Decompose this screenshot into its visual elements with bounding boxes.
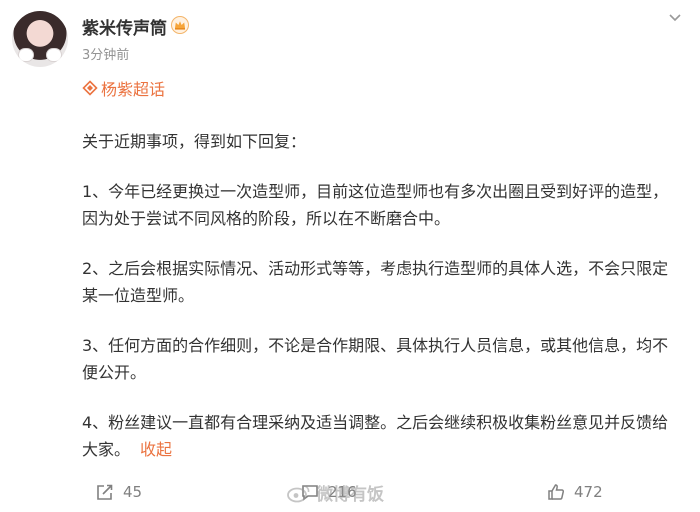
author-name[interactable]: 紫米传声筒 <box>82 14 167 39</box>
post-paragraph: 3、任何方面的合作细则，不论是合作期限、具体执行人员信息，或其他信息，均不便公开… <box>82 336 669 382</box>
collapse-link[interactable]: 收起 <box>140 440 172 459</box>
comment-count: 216 <box>328 483 357 501</box>
post-paragraph: 2、之后会根据实际情况、活动形式等等，考虑执行造型师的具体人选，不会只限定某一位… <box>82 259 669 305</box>
post-body: 关于近期事项，得到如下回复： 1、今年已经更换过一次造型师，目前这位造型师也有多… <box>82 128 682 486</box>
post-paragraph-last: 4、粉丝建议一直都有合理采纳及适当调整。之后会继续积极收集粉丝意见并反馈给大家。… <box>82 409 682 463</box>
share-button[interactable]: 45 <box>95 482 142 502</box>
post-paragraph: 关于近期事项，得到如下回复： <box>82 132 307 151</box>
comment-icon <box>302 485 318 501</box>
like-icon <box>548 484 565 500</box>
post-paragraph: 1、今年已经更换过一次造型师，目前这位造型师也有多次出圈且受到好评的造型，因为处… <box>82 182 669 228</box>
comment-button[interactable]: 216 <box>300 482 357 502</box>
avatar-paw-left <box>19 49 33 61</box>
like-count: 472 <box>574 483 603 501</box>
avatar[interactable] <box>12 11 68 67</box>
super-topic-icon <box>82 80 98 96</box>
crown-icon <box>171 16 189 34</box>
super-topic-link[interactable]: 杨紫超话 <box>82 76 165 100</box>
action-bar: 45 216 472 <box>0 480 700 512</box>
share-icon <box>97 484 113 500</box>
super-topic-label: 杨紫超话 <box>101 80 166 99</box>
share-count: 45 <box>123 483 143 501</box>
avatar-paw-right <box>47 49 61 61</box>
weibo-post: 紫米传声筒 3分钟前 杨紫超话 关于近期事项，得到如下回复： 1、今年已经更换过… <box>0 0 700 512</box>
like-button[interactable]: 472 <box>546 482 603 502</box>
chevron-down-icon[interactable] <box>666 8 684 26</box>
post-time[interactable]: 3分钟前 <box>82 44 129 63</box>
